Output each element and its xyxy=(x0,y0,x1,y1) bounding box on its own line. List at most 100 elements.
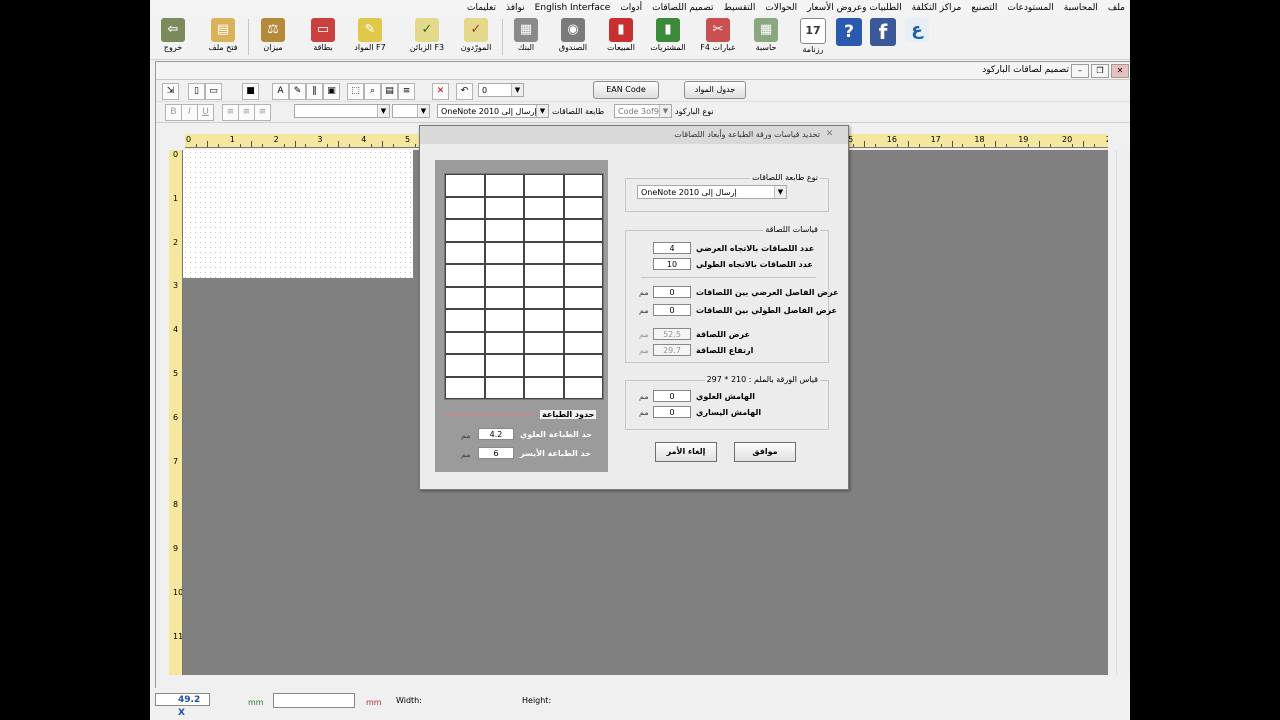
menu-item[interactable]: English Interface xyxy=(530,3,616,13)
delete-icon[interactable]: ✕ xyxy=(432,83,449,100)
ruler-tick-label: 20 xyxy=(1062,135,1073,144)
printer-combo[interactable]: OneNote 2010 إرسال إلى ▼ xyxy=(437,104,549,118)
margin-left-field[interactable]: 0 xyxy=(653,406,691,418)
menu-item[interactable]: نوافذ xyxy=(501,3,530,13)
label-cell xyxy=(445,354,485,377)
paper-size-group: قياس الورقة بالملم : 210 * 297 مم 0 الها… xyxy=(625,375,829,430)
margin-left-label: الهامش اليساري xyxy=(696,408,762,417)
divider xyxy=(641,277,816,278)
ruler-tick xyxy=(1093,144,1095,147)
count-vertical-field[interactable]: 10 xyxy=(653,258,691,270)
printer-type-group: نوع طابعة اللصاقات OneNote 2010 إرسال إل… xyxy=(625,173,829,212)
ruler-tick-label: 8 xyxy=(173,500,179,510)
label-sheet[interactable] xyxy=(183,150,413,278)
zoom-combo[interactable]: 0 ▼ xyxy=(478,83,524,97)
pen-icon[interactable]: ✎ xyxy=(289,83,306,100)
save-icon[interactable]: ■ xyxy=(242,83,259,100)
chevron-down-icon: ▼ xyxy=(659,105,671,117)
new-file-icon[interactable]: ▯ xyxy=(188,83,205,100)
scales-icon: ⚖ xyxy=(261,18,285,42)
font-size-combo[interactable]: ▼ xyxy=(392,104,430,118)
bank-button[interactable]: ▦ البنك xyxy=(503,17,549,57)
label-cell xyxy=(524,354,564,377)
open-file-button[interactable]: ▤ فتح ملف xyxy=(200,17,246,57)
preview-icon[interactable]: ⌕ xyxy=(364,83,381,100)
count-vertical-label: عدد اللصاقات بالاتجاه الطولي xyxy=(696,260,813,269)
label-cell xyxy=(524,376,564,399)
label-cell xyxy=(524,331,564,354)
label-cell xyxy=(484,331,524,354)
calculator-button[interactable]: ▦ حاسبة xyxy=(743,17,789,57)
close-button[interactable]: ✕ xyxy=(1111,64,1129,78)
barcode-icon[interactable]: ‖ xyxy=(306,83,323,100)
line-style-icon[interactable]: ≡ xyxy=(398,83,415,100)
menu-item[interactable]: مراكز التكلفة xyxy=(907,3,967,13)
minimize-button[interactable]: – xyxy=(1071,64,1089,78)
customers-button[interactable]: ✓ الزبائن F3 xyxy=(404,17,450,57)
restore-button[interactable]: ❐ xyxy=(1091,64,1109,78)
label-cell xyxy=(524,174,564,197)
arabic-language-button[interactable]: ع xyxy=(894,17,940,57)
gap-vertical-label: عرض الفاصل الطولي بين اللصاقات xyxy=(696,306,838,315)
cancel-button[interactable]: إلغاء الأمر xyxy=(655,442,717,462)
dialog-printer-combo[interactable]: OneNote 2010 إرسال إلى ▼ xyxy=(637,185,787,199)
menu-item[interactable]: المحاسبة xyxy=(1059,3,1103,13)
gap-horizontal-field[interactable]: 0 xyxy=(653,286,691,298)
italic-button[interactable]: I xyxy=(181,104,198,121)
open-folder-icon[interactable]: ▭ xyxy=(205,83,222,100)
menu-item[interactable]: ملف xyxy=(1103,3,1130,13)
exit-button[interactable]: ⇦ خروج xyxy=(150,17,196,57)
select-icon[interactable]: ⬚ xyxy=(347,83,364,100)
menu-item[interactable]: التقسيط xyxy=(719,3,761,13)
ruler-tick xyxy=(918,144,920,147)
label-cell xyxy=(563,196,603,219)
align-right-icon[interactable]: ≡ xyxy=(222,104,239,121)
balance-button[interactable]: ⚖ ميزان xyxy=(250,17,296,57)
count-horizontal-field[interactable]: 4 xyxy=(653,242,691,254)
ruler-tick xyxy=(962,144,964,147)
label-cell xyxy=(484,219,524,242)
card-button[interactable]: ▭ بطاقة xyxy=(300,17,346,57)
menu-item[interactable]: الحوالات xyxy=(760,3,802,13)
arabic-letter-icon: ع xyxy=(905,18,929,42)
menu-item[interactable]: المستودعات xyxy=(1002,3,1058,13)
sales-button[interactable]: ▮ المبيعات xyxy=(598,17,644,57)
barcode-type-combo[interactable]: Code 3of9 ▼ xyxy=(614,104,672,118)
ruler-tick xyxy=(195,144,197,147)
close-icon[interactable]: ✕ xyxy=(823,129,836,140)
menu-item[interactable]: التصنيع xyxy=(966,3,1002,13)
print-top-field[interactable]: 4.2 xyxy=(478,428,514,440)
text-tool-icon[interactable]: A xyxy=(272,83,289,100)
gap-vertical-field[interactable]: 0 xyxy=(653,304,691,316)
label-cell xyxy=(484,286,524,309)
suppliers-button[interactable]: ✓ المورّدون xyxy=(453,17,499,57)
purchases-button[interactable]: ▮ المشتريات xyxy=(645,17,691,57)
gap-horizontal-label: عرض الفاصل العرضي بين اللصاقات xyxy=(696,288,839,297)
font-combo[interactable]: ▼ xyxy=(294,104,390,118)
align-left-icon[interactable]: ≡ xyxy=(254,104,271,121)
entries-button[interactable]: ✂ F4 عبارات xyxy=(695,17,741,57)
materials-button[interactable]: ✎ المواد F7 xyxy=(347,17,393,57)
ean-code-button[interactable]: EAN Code xyxy=(593,81,659,99)
label-cell xyxy=(563,264,603,287)
ok-button[interactable]: موافق xyxy=(734,442,796,462)
import-icon[interactable]: ⇲ xyxy=(162,83,179,100)
image-icon[interactable]: ▣ xyxy=(323,83,340,100)
menu-item[interactable]: تعليمات xyxy=(462,3,501,13)
menu-item[interactable]: أدوات xyxy=(615,3,647,13)
undo-icon[interactable]: ↶ xyxy=(456,83,473,100)
label-cell xyxy=(524,264,564,287)
bold-button[interactable]: B xyxy=(165,104,182,121)
print-left-field[interactable]: 6 xyxy=(478,447,514,459)
materials-table-button[interactable]: جدول المواد xyxy=(684,81,746,99)
menu-item[interactable]: الطلبيات وعروض الأسعار xyxy=(802,3,907,13)
underline-button[interactable]: U xyxy=(197,104,214,121)
properties-icon[interactable]: ▤ xyxy=(381,83,398,100)
vertical-scrollbar[interactable] xyxy=(1116,150,1130,675)
menu-item[interactable]: تصميم اللصاقات xyxy=(647,3,718,13)
cashbox-button[interactable]: ◉ الصندوق xyxy=(550,17,596,57)
align-center-icon[interactable]: ≡ xyxy=(238,104,255,121)
label-cell xyxy=(563,354,603,377)
print-border-legend: حدود الطباعة xyxy=(540,410,597,419)
margin-top-field[interactable]: 0 xyxy=(653,390,691,402)
